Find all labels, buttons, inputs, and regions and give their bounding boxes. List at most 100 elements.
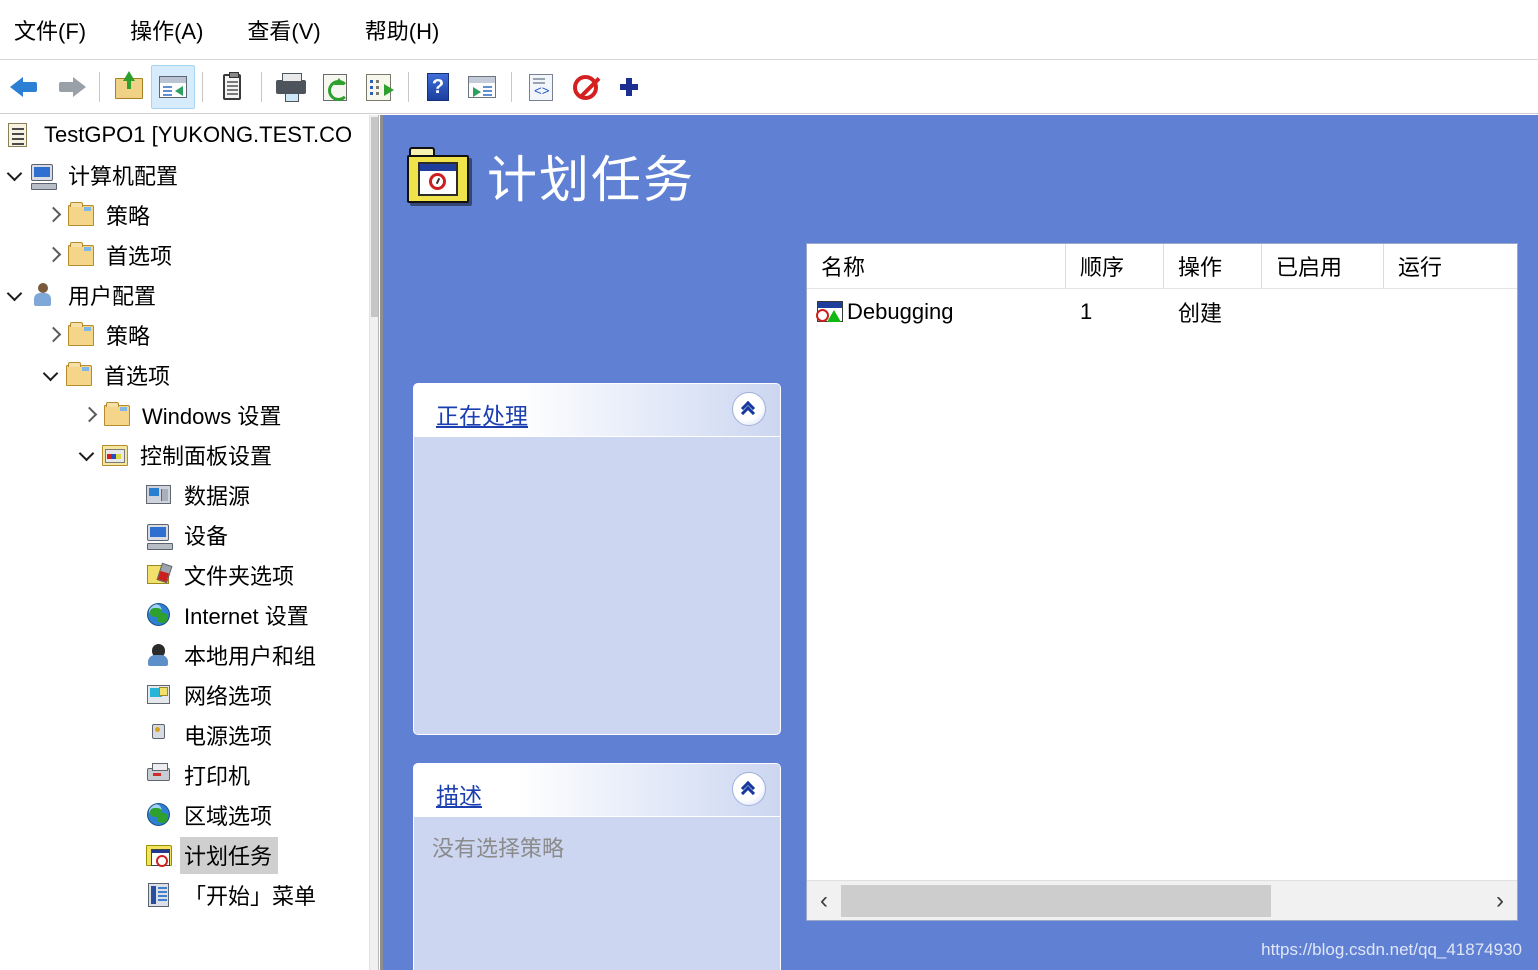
cell-running xyxy=(1384,289,1517,335)
tree-item-label: Windows 设置 xyxy=(142,403,282,429)
column-header-name[interactable]: 名称 xyxy=(807,244,1066,288)
tree-item-data-sources[interactable]: 数据源 xyxy=(0,475,378,515)
devices-icon xyxy=(144,520,174,550)
tree-item-label: 区域选项 xyxy=(184,803,273,829)
menu-action[interactable]: 操作(A) xyxy=(126,12,207,48)
column-header-action[interactable]: 操作 xyxy=(1164,244,1262,288)
scrollbar-thumb[interactable] xyxy=(841,884,1271,917)
cell-order: 1 xyxy=(1080,299,1093,324)
tree-item-folder-options[interactable]: 文件夹选项 xyxy=(0,555,378,595)
tree-item-label: TestGPO1 [YUKONG.TEST.CO xyxy=(44,121,353,147)
twisty-expanded[interactable] xyxy=(38,368,64,382)
forward-button[interactable] xyxy=(48,65,92,109)
tree-item-computer-policies[interactable]: 策略 xyxy=(0,195,378,235)
scroll-right-arrow-icon[interactable]: › xyxy=(1483,882,1517,920)
tree-item-printers[interactable]: 打印机 xyxy=(0,755,378,795)
card-processing: 正在处理 xyxy=(413,383,781,735)
view-xml-button[interactable] xyxy=(519,65,563,109)
disable-button[interactable] xyxy=(563,65,607,109)
card-processing-collapse-button[interactable] xyxy=(732,392,766,426)
up-one-level-button[interactable] xyxy=(107,65,151,109)
tree-item-root[interactable]: TestGPO1 [YUKONG.TEST.CO xyxy=(0,115,378,155)
tree-item-scheduled-tasks[interactable]: 计划任务 xyxy=(0,835,378,875)
folder-icon xyxy=(102,400,132,430)
tree-scrollbar-thumb[interactable] xyxy=(371,117,378,317)
folder-icon xyxy=(66,320,96,350)
twisty-expanded[interactable] xyxy=(2,168,28,182)
column-header-running[interactable]: 运行 xyxy=(1384,244,1517,288)
tree-item-devices[interactable]: 设备 xyxy=(0,515,378,555)
user-config-icon xyxy=(28,280,58,310)
tree-item-power-options[interactable]: 电源选项 xyxy=(0,715,378,755)
power-options-icon xyxy=(144,720,174,750)
export-list-button[interactable] xyxy=(357,65,401,109)
tree-item-user-config[interactable]: 用户配置 xyxy=(0,275,378,315)
tree-item-label: 计算机配置 xyxy=(68,163,179,189)
toolbar: ? xyxy=(0,61,1538,114)
print-icon xyxy=(274,70,308,104)
show-hide-console-tree-button[interactable] xyxy=(151,65,195,109)
tree-vertical-scrollbar[interactable] xyxy=(369,115,378,970)
card-description-title[interactable]: 描述 xyxy=(436,777,482,811)
tree-item-regional-options[interactable]: 区域选项 xyxy=(0,795,378,835)
regional-options-icon xyxy=(144,800,174,830)
tree-item-computer-config[interactable]: 计算机配置 xyxy=(0,155,378,195)
menu-file[interactable]: 文件(F) xyxy=(10,12,90,48)
results-pane: 计划任务 正在处理 描述 没有选择策略 名称 顺序 操作 已启用 运行 Debu… xyxy=(380,115,1538,970)
card-processing-title[interactable]: 正在处理 xyxy=(436,397,528,431)
menu-view[interactable]: 查看(V) xyxy=(243,12,324,48)
help-button[interactable]: ? xyxy=(416,65,460,109)
toolbar-separator xyxy=(202,72,203,102)
card-description-collapse-button[interactable] xyxy=(732,772,766,806)
column-header-enabled[interactable]: 已启用 xyxy=(1262,244,1384,288)
folder-icon xyxy=(66,240,96,270)
help-icon: ? xyxy=(421,70,455,104)
page-header: 计划任务 xyxy=(405,140,695,212)
column-header-order[interactable]: 顺序 xyxy=(1066,244,1164,288)
menu-help[interactable]: 帮助(H) xyxy=(361,12,444,48)
scheduled-tasks-icon xyxy=(144,840,174,870)
twisty-collapsed[interactable] xyxy=(40,208,66,222)
tree-item-label: 本地用户和组 xyxy=(184,643,317,669)
tree-item-local-users-groups[interactable]: 本地用户和组 xyxy=(0,635,378,675)
refresh-icon xyxy=(318,70,352,104)
new-item-plus-icon xyxy=(612,70,646,104)
card-processing-body xyxy=(414,437,780,734)
scrollbar-track[interactable] xyxy=(841,882,1483,920)
tree-item-internet-settings[interactable]: Internet 设置 xyxy=(0,595,378,635)
tree-item-network-options[interactable]: 网络选项 xyxy=(0,675,378,715)
twisty-expanded[interactable] xyxy=(2,288,28,302)
tree-item-start-menu[interactable]: 「开始」菜单 xyxy=(0,875,378,915)
scroll-left-arrow-icon[interactable]: ‹ xyxy=(807,882,841,920)
tree-item-user-preferences[interactable]: 首选项 xyxy=(0,355,378,395)
twisty-collapsed[interactable] xyxy=(40,248,66,262)
folder-options-icon xyxy=(144,560,174,590)
tree-item-computer-preferences[interactable]: 首选项 xyxy=(0,235,378,275)
view-xml-icon xyxy=(524,70,558,104)
back-button[interactable] xyxy=(4,65,48,109)
show-hide-console-tree-icon xyxy=(156,70,190,104)
folder-icon xyxy=(66,200,96,230)
tree-item-windows-settings[interactable]: Windows 设置 xyxy=(0,395,378,435)
tree-item-label: 首选项 xyxy=(104,363,171,389)
twisty-collapsed[interactable] xyxy=(76,408,102,422)
list-horizontal-scrollbar[interactable]: ‹ › xyxy=(807,880,1517,920)
twisty-expanded[interactable] xyxy=(74,448,100,462)
tasks-list-view[interactable]: 名称 顺序 操作 已启用 运行 Debugging 1 创建 ‹ › xyxy=(806,243,1518,921)
print-button[interactable] xyxy=(269,65,313,109)
cell-enabled xyxy=(1262,289,1384,335)
new-item-button[interactable] xyxy=(607,65,651,109)
refresh-button[interactable] xyxy=(313,65,357,109)
card-processing-header: 正在处理 xyxy=(414,384,780,437)
tree-item-control-panel-settings[interactable]: 控制面板设置 xyxy=(0,435,378,475)
table-row[interactable]: Debugging 1 创建 xyxy=(807,289,1517,335)
tree-item-label: Internet 设置 xyxy=(184,603,309,629)
card-description: 描述 没有选择策略 xyxy=(413,763,781,970)
tree-item-user-policies[interactable]: 策略 xyxy=(0,315,378,355)
show-action-pane-button[interactable] xyxy=(460,65,504,109)
properties-button[interactable] xyxy=(210,65,254,109)
console-tree-pane[interactable]: TestGPO1 [YUKONG.TEST.CO 计算机配置 策略 首选项 用户… xyxy=(0,115,379,970)
twisty-collapsed[interactable] xyxy=(40,328,66,342)
folder-icon xyxy=(64,360,94,390)
menu-bar: 文件(F) 操作(A) 查看(V) 帮助(H) xyxy=(0,0,1538,60)
